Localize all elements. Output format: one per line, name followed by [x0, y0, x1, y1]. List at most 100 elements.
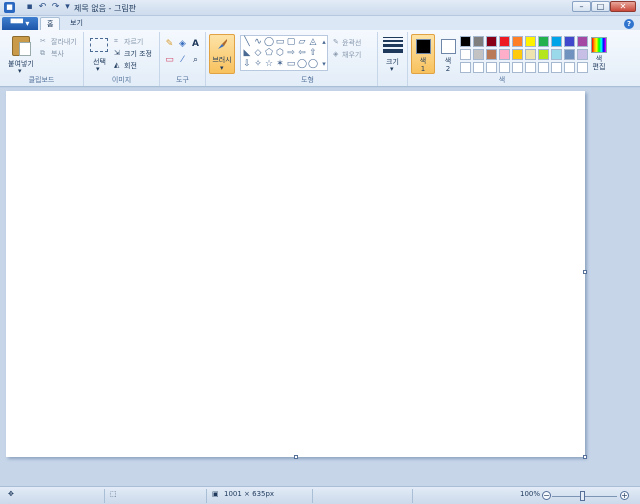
palette-swatch[interactable]: [551, 62, 562, 73]
palette-swatch[interactable]: [486, 36, 497, 47]
resize-handle-bottom[interactable]: [294, 455, 298, 459]
palette-swatch[interactable]: [564, 36, 575, 47]
oval-shape-icon[interactable]: ◯: [264, 37, 274, 47]
cut-icon[interactable]: ✂: [40, 37, 46, 45]
rounded-rectangle-shape-icon[interactable]: ▢: [286, 37, 296, 47]
diamond-shape-icon[interactable]: ◇: [253, 48, 263, 58]
resize-handle-right[interactable]: [583, 270, 587, 274]
palette-swatch[interactable]: [564, 62, 575, 73]
palette-swatch[interactable]: [512, 62, 523, 73]
select-icon[interactable]: [90, 38, 108, 52]
palette-swatch[interactable]: [564, 49, 575, 60]
pencil-icon[interactable]: ✎: [164, 39, 175, 50]
palette-swatch[interactable]: [499, 62, 510, 73]
palette-swatch[interactable]: [525, 62, 536, 73]
paste-icon[interactable]: [12, 36, 31, 56]
help-icon[interactable]: ?: [624, 19, 634, 29]
right-arrow-shape-icon[interactable]: ⇨: [286, 48, 296, 58]
palette-swatch[interactable]: [551, 49, 562, 60]
six-point-star-shape-icon[interactable]: ✶: [275, 59, 285, 69]
crop-icon[interactable]: ⌗: [114, 37, 118, 46]
undo-icon[interactable]: ↶: [37, 2, 48, 13]
cloud-callout-shape-icon[interactable]: ◯: [308, 59, 318, 69]
palette-swatch[interactable]: [473, 36, 484, 47]
copy-icon[interactable]: ⧉: [40, 49, 45, 58]
palette-swatch[interactable]: [460, 49, 471, 60]
zoom-slider-thumb[interactable]: [580, 491, 585, 501]
outline-icon[interactable]: ✎: [333, 38, 339, 46]
rotate-icon[interactable]: ◭: [114, 61, 119, 69]
gallery-more-icon[interactable]: ▾: [319, 59, 329, 69]
text-tool-icon[interactable]: A: [190, 39, 201, 50]
palette-swatch[interactable]: [577, 49, 588, 60]
resize-button[interactable]: 크기 조정: [124, 49, 152, 59]
palette-swatch[interactable]: [512, 49, 523, 60]
down-arrow-shape-icon[interactable]: ⇩: [242, 59, 252, 69]
palette-swatch[interactable]: [486, 49, 497, 60]
palette-swatch[interactable]: [499, 49, 510, 60]
minimize-button[interactable]: –: [572, 1, 591, 12]
palette-swatch[interactable]: [538, 62, 549, 73]
palette-swatch[interactable]: [538, 49, 549, 60]
palette-swatch[interactable]: [473, 49, 484, 60]
palette-swatch[interactable]: [525, 36, 536, 47]
four-point-star-shape-icon[interactable]: ✧: [253, 59, 263, 69]
zoom-in-button[interactable]: +: [620, 491, 629, 500]
zoom-out-button[interactable]: −: [542, 491, 551, 500]
eraser-icon[interactable]: ▭: [164, 55, 175, 66]
color2-button[interactable]: 색 2: [436, 34, 460, 74]
file-menu-button[interactable]: ▀▀ ▾: [2, 17, 38, 30]
palette-swatch[interactable]: [538, 36, 549, 47]
edit-colors-button[interactable]: 색 편집: [588, 35, 610, 75]
rect-callout-shape-icon[interactable]: ▭: [286, 59, 296, 69]
color1-button[interactable]: 색 1: [411, 34, 435, 74]
paint-app-icon[interactable]: ■: [4, 2, 15, 13]
magnifier-icon[interactable]: ⌕: [190, 55, 201, 66]
rotate-button[interactable]: 회전: [124, 61, 137, 71]
right-triangle-shape-icon[interactable]: ◣: [242, 48, 252, 58]
resize-icon[interactable]: ⇲: [114, 49, 120, 57]
copy-button[interactable]: 복사: [51, 49, 64, 59]
outline-button[interactable]: 윤곽선: [342, 38, 361, 48]
palette-swatch[interactable]: [460, 36, 471, 47]
save-icon[interactable]: ▪: [24, 2, 35, 13]
palette-swatch[interactable]: [577, 62, 588, 73]
palette-swatch[interactable]: [512, 36, 523, 47]
hexagon-shape-icon[interactable]: ⬡: [275, 48, 285, 58]
size-group[interactable]: 크기 ▾: [378, 32, 408, 86]
five-point-star-shape-icon[interactable]: ☆: [264, 59, 274, 69]
fill-button[interactable]: 채우기: [342, 50, 361, 60]
triangle-shape-icon[interactable]: ◬: [308, 37, 318, 47]
palette-swatch[interactable]: [460, 62, 471, 73]
redo-icon[interactable]: ↷: [50, 2, 61, 13]
fill-bucket-icon[interactable]: ◈: [177, 39, 188, 50]
select-dropdown-icon[interactable]: ▾: [96, 65, 100, 73]
gallery-scroll-up-icon[interactable]: ▴: [319, 37, 329, 47]
resize-handle-corner[interactable]: [583, 455, 587, 459]
rectangle-shape-icon[interactable]: ▭: [275, 37, 285, 47]
brushes-button[interactable]: 브러시 ▾: [209, 34, 235, 74]
tab-view[interactable]: 보기: [64, 17, 89, 30]
pentagon-shape-icon[interactable]: ⬠: [264, 48, 274, 58]
left-arrow-shape-icon[interactable]: ⇦: [297, 48, 307, 58]
crop-button[interactable]: 자르기: [124, 37, 143, 47]
paste-dropdown-icon[interactable]: ▾: [18, 67, 22, 75]
oval-callout-shape-icon[interactable]: ◯: [297, 59, 307, 69]
drawing-canvas[interactable]: [6, 91, 585, 457]
tab-home[interactable]: 홈: [40, 17, 61, 30]
cut-button[interactable]: 잘라내기: [51, 37, 77, 47]
color-picker-icon[interactable]: ⁄: [177, 55, 188, 66]
palette-swatch[interactable]: [577, 36, 588, 47]
line-shape-icon[interactable]: ╲: [242, 37, 252, 47]
palette-swatch[interactable]: [486, 62, 497, 73]
fill-shape-icon[interactable]: ◈: [333, 50, 338, 58]
palette-swatch[interactable]: [473, 62, 484, 73]
maximize-button[interactable]: □: [591, 1, 610, 12]
palette-swatch[interactable]: [499, 36, 510, 47]
palette-swatch[interactable]: [551, 36, 562, 47]
close-button[interactable]: ✕: [610, 1, 636, 12]
polygon-shape-icon[interactable]: ▱: [297, 37, 307, 47]
up-arrow-shape-icon[interactable]: ⇧: [308, 48, 318, 58]
palette-swatch[interactable]: [525, 49, 536, 60]
curve-shape-icon[interactable]: ∿: [253, 37, 263, 47]
